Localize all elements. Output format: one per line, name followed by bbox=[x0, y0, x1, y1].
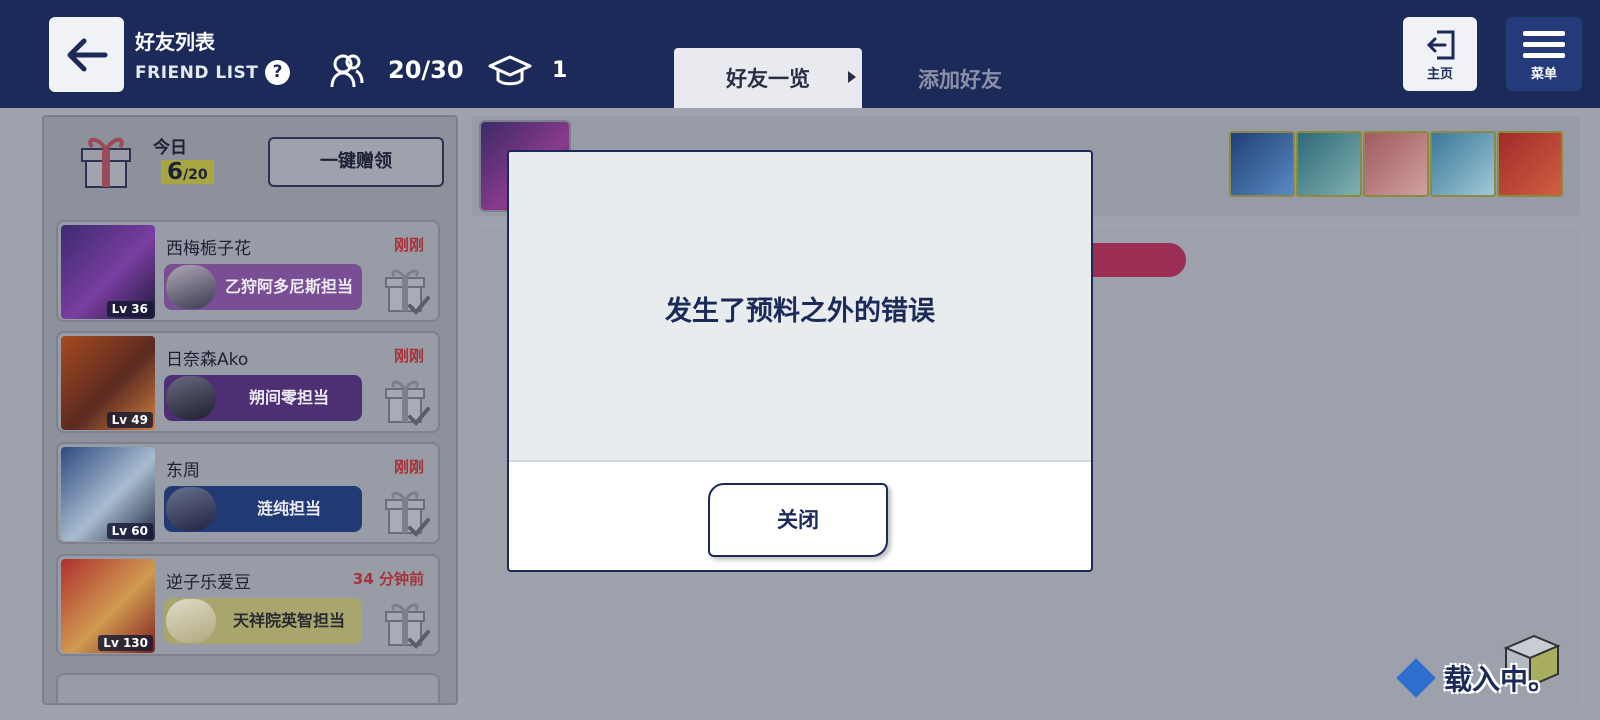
gift-claimed-icon[interactable] bbox=[384, 600, 430, 650]
loading-text: 载入中。 bbox=[1444, 663, 1557, 696]
unit-card[interactable] bbox=[1296, 131, 1362, 197]
loading-indicator: 载入中。 bbox=[1396, 658, 1557, 698]
today-label: 今日 bbox=[153, 138, 187, 158]
avatar[interactable]: Lv 49 bbox=[61, 336, 155, 430]
diamond-icon bbox=[1396, 658, 1436, 698]
friend-name: 逆子乐爱豆 bbox=[166, 573, 251, 593]
last-login-time: 刚刚 bbox=[393, 347, 424, 365]
avatar[interactable]: Lv 36 bbox=[61, 225, 155, 319]
today-count-total: /20 bbox=[183, 167, 208, 183]
friend-sidebar: 今日 6/20 一键赠领 Lv 36 西梅栀子花 刚刚 乙狩阿多尼斯担当 Lv 49 日奈… bbox=[42, 115, 458, 705]
back-button[interactable] bbox=[49, 17, 124, 92]
role-label: 乙狩阿多尼斯担当 bbox=[224, 277, 353, 296]
friend-name: 西梅栀子花 bbox=[166, 239, 251, 259]
page-subtitle: FRIEND LIST bbox=[135, 63, 259, 83]
producer-role-badge: 朔间零担当 bbox=[164, 375, 362, 421]
list-item[interactable]: Lv 49 日奈森Ako 刚刚朔间零担当 bbox=[56, 331, 440, 433]
today-gift-count: 6/20 bbox=[161, 160, 214, 184]
gift-claimed-icon[interactable] bbox=[384, 266, 430, 316]
unit-card[interactable] bbox=[1229, 131, 1295, 197]
list-item[interactable] bbox=[56, 673, 440, 703]
role-label: 涟纯担当 bbox=[256, 499, 321, 518]
unit-card-list bbox=[1229, 131, 1563, 197]
tab-add-friend[interactable]: 添加好友 bbox=[918, 64, 1002, 94]
claim-all-button[interactable]: 一键赠领 bbox=[268, 137, 444, 187]
exit-home-icon bbox=[1426, 30, 1455, 60]
home-label: 主页 bbox=[1426, 67, 1453, 82]
producer-role-badge: 涟纯担当 bbox=[164, 486, 362, 532]
unit-card[interactable] bbox=[1497, 131, 1563, 197]
friend-name: 日奈森Ako bbox=[166, 350, 249, 370]
gift-claimed-icon[interactable] bbox=[384, 377, 430, 427]
role-character-icon bbox=[166, 376, 216, 420]
friend-count: 20/30 bbox=[388, 56, 464, 84]
tab-label: 好友一览 bbox=[726, 67, 810, 91]
tab-friend-list[interactable]: 好友一览 bbox=[674, 48, 862, 108]
error-dialog: 发生了预料之外的错误 关闭 bbox=[507, 150, 1093, 572]
home-button[interactable]: 主页 bbox=[1403, 17, 1477, 91]
menu-button[interactable]: 菜单 bbox=[1506, 17, 1582, 91]
producer-role-badge: 天祥院英智担当 bbox=[164, 598, 362, 644]
close-button[interactable]: 关闭 bbox=[708, 483, 888, 557]
friend-name: 东周 bbox=[166, 461, 200, 481]
avatar[interactable]: Lv 60 bbox=[61, 447, 155, 541]
tab-arrow-icon bbox=[848, 71, 856, 83]
role-character-icon bbox=[166, 599, 216, 643]
last-login-time: 刚刚 bbox=[393, 458, 424, 476]
arrow-left-icon bbox=[67, 38, 107, 71]
role-label: 朔间零担当 bbox=[248, 388, 329, 407]
list-item[interactable]: Lv 60 东周 刚刚涟纯担当 bbox=[56, 442, 440, 544]
graduate-count: 1 bbox=[552, 58, 568, 83]
role-label: 天祥院英智担当 bbox=[232, 611, 345, 630]
list-item[interactable]: Lv 36 西梅栀子花 刚刚乙狩阿多尼斯担当 bbox=[56, 220, 440, 322]
menu-label: 菜单 bbox=[1530, 67, 1557, 82]
today-count-value: 6 bbox=[167, 159, 184, 185]
error-dialog-body: 发生了预料之外的错误 bbox=[509, 152, 1091, 462]
level-badge: Lv 36 bbox=[106, 301, 153, 317]
unit-card[interactable] bbox=[1363, 131, 1429, 197]
gift-icon bbox=[81, 137, 131, 188]
avatar[interactable]: Lv 130 bbox=[61, 559, 155, 653]
list-item[interactable]: Lv 130 逆子乐爱豆 34 分钟前天祥院英智担当 bbox=[56, 554, 440, 656]
level-badge: Lv 49 bbox=[106, 412, 153, 428]
producer-role-badge: 乙狩阿多尼斯担当 bbox=[164, 264, 362, 310]
graduation-cap-icon bbox=[488, 55, 532, 86]
page-title: 好友列表 bbox=[135, 30, 215, 54]
gift-claimed-icon[interactable] bbox=[384, 488, 430, 538]
role-character-icon bbox=[166, 487, 216, 531]
error-message: 发生了预料之外的错误 bbox=[665, 296, 935, 327]
unit-card[interactable] bbox=[1430, 131, 1496, 197]
level-badge: Lv 130 bbox=[98, 635, 153, 651]
last-login-time: 刚刚 bbox=[393, 236, 424, 254]
friends-icon bbox=[330, 54, 364, 88]
top-bar: 好友列表 FRIEND LIST ? 20/30 1 好友一览 添加好友 主页 … bbox=[0, 0, 1600, 108]
question-icon[interactable]: ? bbox=[265, 60, 290, 85]
role-character-icon bbox=[166, 265, 216, 309]
last-login-time: 34 分钟前 bbox=[352, 570, 424, 588]
level-badge: Lv 60 bbox=[106, 523, 153, 539]
